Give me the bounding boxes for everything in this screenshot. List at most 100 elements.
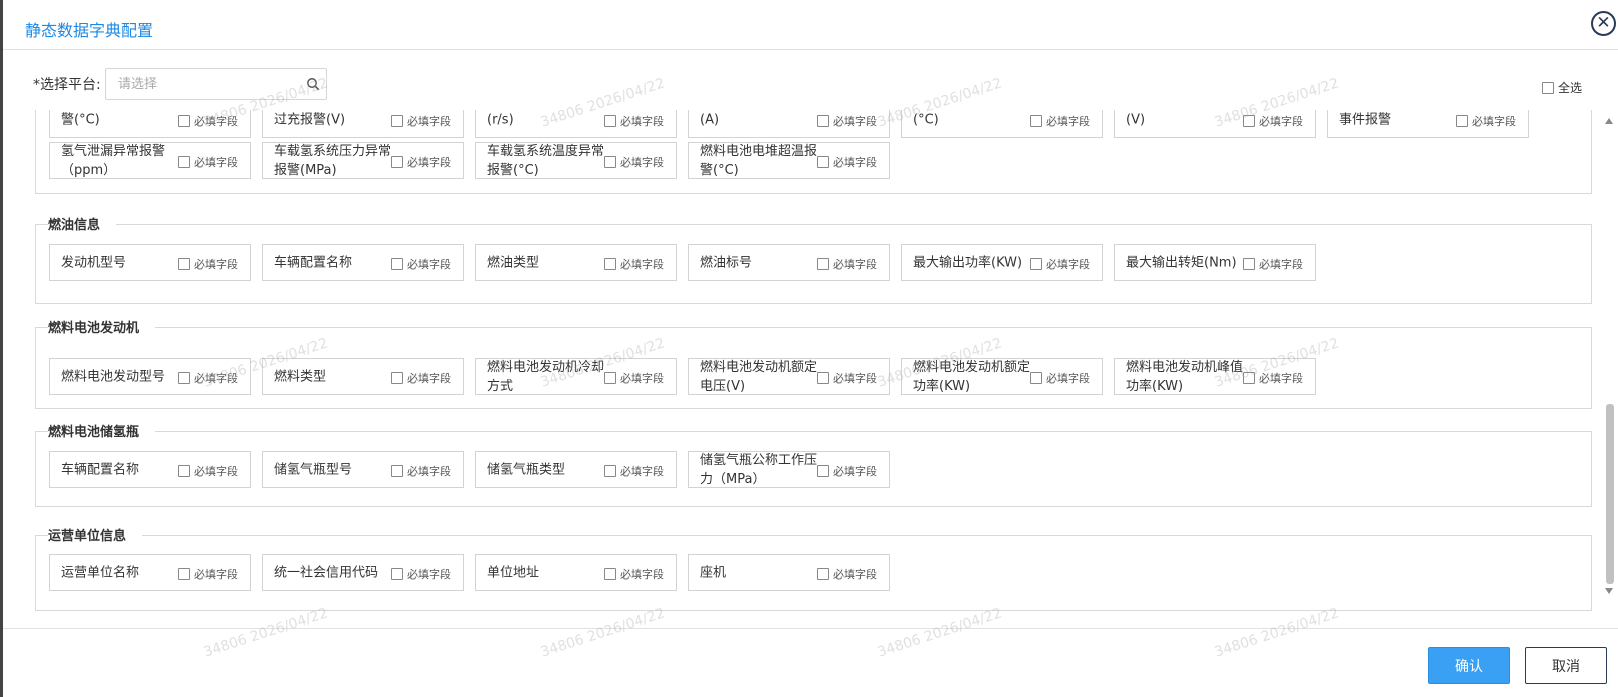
required-checkbox[interactable]: [178, 568, 190, 580]
required-checkbox[interactable]: [817, 568, 829, 580]
field-item: 警(°C) 必填字段: [49, 110, 251, 138]
required-label: 必填字段: [1046, 115, 1090, 128]
required-toggle[interactable]: 必填字段: [391, 370, 451, 386]
required-toggle[interactable]: 必填字段: [1243, 256, 1303, 272]
select-all-checkbox[interactable]: [1541, 81, 1554, 94]
required-toggle[interactable]: 必填字段: [817, 154, 877, 170]
required-toggle[interactable]: 必填字段: [391, 113, 451, 129]
required-toggle[interactable]: 必填字段: [604, 154, 664, 170]
field-label: (V): [1126, 112, 1146, 127]
required-checkbox[interactable]: [391, 156, 403, 168]
section-title: 燃料电池发动机: [48, 317, 156, 336]
required-toggle[interactable]: 必填字段: [178, 566, 238, 582]
required-toggle[interactable]: 必填字段: [817, 370, 877, 386]
required-label: 必填字段: [194, 258, 238, 271]
required-checkbox[interactable]: [178, 156, 190, 168]
required-checkbox[interactable]: [1030, 258, 1042, 270]
required-toggle[interactable]: 必填字段: [178, 113, 238, 129]
section-hydrogen-tank: 燃料电池储氢瓶 车辆配置名称 必填字段 储氢气瓶型号 必填字段 储氢气瓶类型 必…: [35, 421, 1592, 507]
required-checkbox[interactable]: [604, 156, 616, 168]
required-checkbox[interactable]: [817, 372, 829, 384]
field-label: (A): [700, 112, 720, 127]
required-checkbox[interactable]: [1456, 115, 1468, 127]
required-toggle[interactable]: 必填字段: [1030, 113, 1090, 129]
field-item: 车辆配置名称 必填字段: [49, 451, 251, 488]
required-toggle[interactable]: 必填字段: [391, 566, 451, 582]
required-toggle[interactable]: 必填字段: [1030, 256, 1090, 272]
select-all[interactable]: 全选: [1541, 79, 1582, 96]
required-checkbox[interactable]: [391, 465, 403, 477]
required-toggle[interactable]: 必填字段: [817, 463, 877, 479]
required-checkbox[interactable]: [817, 465, 829, 477]
required-checkbox[interactable]: [1030, 372, 1042, 384]
required-checkbox[interactable]: [178, 465, 190, 477]
fields-scroll-area[interactable]: 警(°C) 必填字段 过充报警(V) 必填字段 (r/s) 必填字段 (A) 必…: [35, 110, 1592, 620]
required-toggle[interactable]: 必填字段: [178, 154, 238, 170]
field-item: 燃料电池发动机峰值功率(KW) 必填字段: [1114, 358, 1316, 395]
field-label: 车辆配置名称: [274, 255, 353, 270]
required-toggle[interactable]: 必填字段: [604, 463, 664, 479]
scroll-down-icon[interactable]: [1605, 588, 1613, 594]
required-toggle[interactable]: 必填字段: [1030, 370, 1090, 386]
required-toggle[interactable]: 必填字段: [391, 256, 451, 272]
required-toggle[interactable]: 必填字段: [817, 113, 877, 129]
dialog-title: 静态数据字典配置: [25, 21, 154, 40]
required-toggle[interactable]: 必填字段: [1243, 113, 1303, 129]
required-checkbox[interactable]: [817, 258, 829, 270]
required-label: 必填字段: [194, 372, 238, 385]
section-title: 燃料电池储氢瓶: [48, 421, 156, 440]
required-checkbox[interactable]: [178, 258, 190, 270]
required-checkbox[interactable]: [178, 372, 190, 384]
required-checkbox[interactable]: [1243, 115, 1255, 127]
required-toggle[interactable]: 必填字段: [178, 370, 238, 386]
field-item: 燃料电池发动型号 必填字段: [49, 358, 251, 395]
scroll-up-icon[interactable]: [1605, 118, 1613, 124]
required-checkbox[interactable]: [604, 115, 616, 127]
required-checkbox[interactable]: [1243, 372, 1255, 384]
close-icon[interactable]: ✕: [1591, 11, 1616, 36]
required-toggle[interactable]: 必填字段: [604, 370, 664, 386]
required-checkbox[interactable]: [178, 115, 190, 127]
scroll-thumb[interactable]: [1606, 404, 1614, 584]
required-toggle[interactable]: 必填字段: [604, 113, 664, 129]
required-checkbox[interactable]: [391, 258, 403, 270]
required-checkbox[interactable]: [391, 372, 403, 384]
required-checkbox[interactable]: [817, 115, 829, 127]
required-label: 必填字段: [407, 156, 451, 169]
required-toggle[interactable]: 必填字段: [817, 256, 877, 272]
required-label: 必填字段: [833, 372, 877, 385]
required-toggle[interactable]: 必填字段: [178, 463, 238, 479]
search-icon[interactable]: [306, 77, 320, 91]
required-checkbox[interactable]: [1243, 258, 1255, 270]
required-label: 必填字段: [620, 115, 664, 128]
required-toggle[interactable]: 必填字段: [1243, 370, 1303, 386]
vertical-scrollbar[interactable]: [1602, 112, 1616, 598]
required-checkbox[interactable]: [604, 372, 616, 384]
required-toggle[interactable]: 必填字段: [604, 566, 664, 582]
cancel-button[interactable]: 取消: [1525, 647, 1607, 684]
required-label: 必填字段: [1259, 372, 1303, 385]
field-label: 燃料类型: [274, 369, 327, 384]
required-toggle[interactable]: 必填字段: [817, 566, 877, 582]
required-toggle[interactable]: 必填字段: [1456, 113, 1516, 129]
required-toggle[interactable]: 必填字段: [604, 256, 664, 272]
required-label: 必填字段: [620, 568, 664, 581]
field-label: 统一社会信用代码: [274, 565, 379, 580]
platform-select[interactable]: [105, 68, 327, 100]
field-item: 燃料电池发动机冷却方式 必填字段: [475, 358, 677, 395]
required-checkbox[interactable]: [604, 465, 616, 477]
platform-input[interactable]: [106, 69, 286, 99]
required-checkbox[interactable]: [817, 156, 829, 168]
required-toggle[interactable]: 必填字段: [178, 256, 238, 272]
field-label: (r/s): [487, 112, 514, 127]
required-checkbox[interactable]: [604, 568, 616, 580]
required-checkbox[interactable]: [604, 258, 616, 270]
required-checkbox[interactable]: [391, 115, 403, 127]
required-checkbox[interactable]: [1030, 115, 1042, 127]
required-checkbox[interactable]: [391, 568, 403, 580]
confirm-button[interactable]: 确认: [1428, 647, 1510, 684]
field-label: 座机: [700, 565, 727, 580]
field-label: 储氢气瓶类型: [487, 462, 566, 477]
required-toggle[interactable]: 必填字段: [391, 154, 451, 170]
required-toggle[interactable]: 必填字段: [391, 463, 451, 479]
